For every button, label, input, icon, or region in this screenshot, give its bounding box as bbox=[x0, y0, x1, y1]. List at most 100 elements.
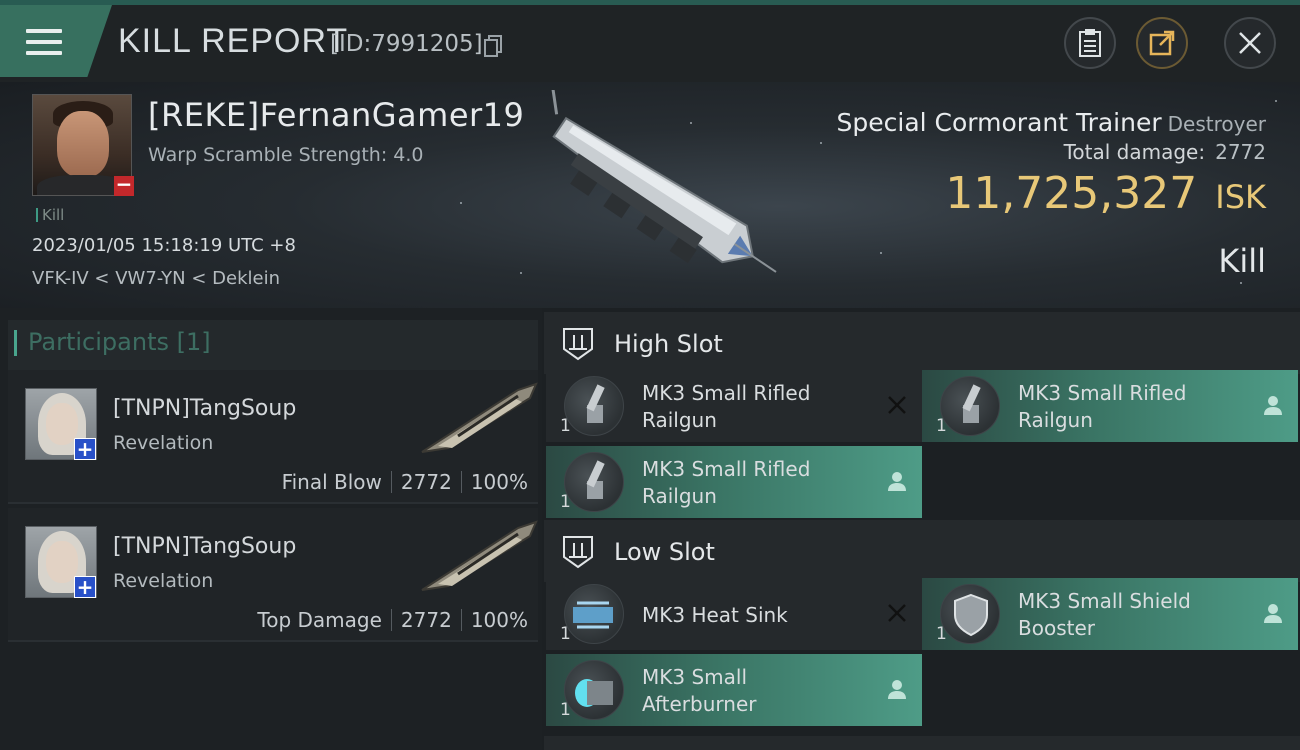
victim-name[interactable]: [REKE]FernanGamer19 bbox=[148, 96, 524, 134]
isk-value: 11,725,327 ISK bbox=[945, 168, 1266, 219]
participant-ship-icon bbox=[421, 382, 538, 453]
warp-scramble-strength: Warp Scramble Strength: 4.0 bbox=[148, 144, 424, 166]
share-icon bbox=[1149, 30, 1175, 56]
friendly-badge-icon: + bbox=[74, 576, 96, 598]
copy-id-icon[interactable] bbox=[484, 35, 502, 57]
close-icon bbox=[1239, 32, 1261, 54]
hamburger-menu-icon bbox=[26, 29, 62, 57]
victim-ship[interactable]: Special Cormorant Trainer Destroyer bbox=[837, 108, 1266, 137]
hostile-badge-icon: − bbox=[114, 172, 134, 196]
participant-row[interactable]: + [TNPN]TangSoup Revelation Final Blow 27… bbox=[8, 370, 538, 504]
low-slot-header: Low Slot bbox=[544, 520, 1300, 582]
ship-name: Special Cormorant Trainer bbox=[836, 108, 1162, 137]
railgun-icon bbox=[564, 376, 624, 436]
module-name-line2: Railgun bbox=[642, 484, 717, 508]
railgun-icon bbox=[564, 452, 624, 512]
friendly-badge-icon: + bbox=[74, 438, 96, 460]
low-slot-icon bbox=[563, 536, 593, 569]
module-name: MK3 Small Rifled Railgun bbox=[642, 456, 862, 510]
participant-stats: Final Blow 2772 100% bbox=[282, 470, 528, 494]
module-quantity: 1 bbox=[936, 416, 947, 436]
kill-location: VFK-IV < VW7-YN < Deklein bbox=[32, 268, 280, 289]
participant-role: Final Blow bbox=[281, 470, 382, 494]
module-item[interactable]: 1 MK3 Small Afterburner bbox=[546, 654, 922, 726]
share-button[interactable] bbox=[1136, 17, 1188, 69]
ship-render-image[interactable] bbox=[508, 90, 798, 300]
module-item[interactable]: 1 MK3 Small Rifled Railgun bbox=[546, 370, 922, 442]
module-name-line2: Railgun bbox=[1018, 408, 1093, 432]
module-name: MK3 Small Rifled Railgun bbox=[1018, 380, 1238, 434]
participant-damage: 2772 bbox=[400, 608, 452, 632]
top-bar: KILL REPORT [ID:7991205] bbox=[0, 0, 1300, 82]
participant-name[interactable]: [TNPN]TangSoup bbox=[113, 396, 296, 421]
total-damage: Total damage: 2772 bbox=[1064, 140, 1266, 164]
railgun-icon bbox=[940, 376, 1000, 436]
total-damage-label: Total damage: bbox=[1063, 140, 1206, 164]
person-icon bbox=[1264, 396, 1282, 415]
page-title: KILL REPORT bbox=[118, 22, 349, 60]
kill-result: Kill bbox=[1218, 242, 1266, 280]
module-name-line1: MK3 Heat Sink bbox=[642, 603, 788, 627]
clipboard-icon bbox=[1079, 29, 1101, 57]
afterburner-icon bbox=[564, 660, 624, 720]
low-slot-title: Low Slot bbox=[614, 538, 715, 566]
menu-button[interactable] bbox=[0, 5, 112, 77]
ship-class: Destroyer bbox=[1167, 112, 1266, 136]
participant-percent: 100% bbox=[470, 470, 528, 494]
heat-sink-icon bbox=[564, 584, 624, 644]
person-icon bbox=[888, 472, 906, 491]
destroyed-x-icon bbox=[888, 396, 906, 414]
module-item[interactable]: 1 MK3 Small Shield Booster bbox=[922, 578, 1298, 650]
participants-count: [1] bbox=[176, 328, 211, 356]
total-damage-value: 2772 bbox=[1215, 140, 1266, 164]
participants-title-label: Participants bbox=[28, 328, 169, 356]
module-name: MK3 Small Rifled Railgun bbox=[642, 380, 862, 434]
person-icon bbox=[888, 680, 906, 699]
module-name-line1: MK3 Small Rifled bbox=[1018, 381, 1187, 405]
participant-name[interactable]: [TNPN]TangSoup bbox=[113, 534, 296, 559]
isk-amount: 11,725,327 bbox=[945, 168, 1198, 219]
isk-unit: ISK bbox=[1215, 178, 1266, 216]
participant-stats: Top Damage 2772 100% bbox=[257, 608, 528, 632]
module-name-line2: Booster bbox=[1018, 616, 1095, 640]
module-name-line1: MK3 Small Rifled bbox=[642, 457, 811, 481]
module-quantity: 1 bbox=[936, 624, 947, 644]
participant-ship-icon bbox=[421, 520, 538, 591]
participant-row[interactable]: + [TNPN]TangSoup Revelation Top Damage 27… bbox=[8, 508, 538, 642]
clipboard-button[interactable] bbox=[1064, 17, 1116, 69]
high-slot-title: High Slot bbox=[614, 330, 723, 358]
module-quantity: 1 bbox=[560, 700, 571, 720]
participant-role: Top Damage bbox=[257, 608, 382, 632]
person-icon bbox=[1264, 604, 1282, 623]
module-name-line1: MK3 Small Rifled bbox=[642, 381, 811, 405]
module-item[interactable]: 1 MK3 Small Rifled Railgun bbox=[922, 370, 1298, 442]
shield-booster-icon bbox=[940, 584, 1000, 644]
fitting-panel: High Slot 1 MK3 Small Rifled Railgun 1 MK… bbox=[542, 308, 1300, 750]
module-quantity: 1 bbox=[560, 416, 571, 436]
module-quantity: 1 bbox=[560, 624, 571, 644]
kill-datetime: 2023/01/05 15:18:19 UTC +8 bbox=[32, 235, 296, 256]
mid-slot-header bbox=[544, 736, 1300, 750]
victim-panel: − [REKE]FernanGamer19 Warp Scramble Stre… bbox=[0, 82, 1300, 308]
participant-ship: Revelation bbox=[113, 432, 214, 454]
high-slot-header: High Slot bbox=[544, 312, 1300, 374]
destroyed-x-icon bbox=[888, 604, 906, 622]
participants-panel: Participants [1] + [TNPN]TangSoup Revela… bbox=[0, 308, 542, 750]
module-name: MK3 Small Afterburner bbox=[642, 664, 862, 718]
participant-damage: 2772 bbox=[400, 470, 452, 494]
module-name-line2: Railgun bbox=[642, 408, 717, 432]
participant-ship: Revelation bbox=[113, 570, 214, 592]
module-name: MK3 Heat Sink bbox=[642, 602, 862, 629]
high-slot-icon bbox=[563, 328, 593, 361]
module-name-line2: Afterburner bbox=[642, 692, 757, 716]
module-item[interactable]: 1 MK3 Small Rifled Railgun bbox=[546, 446, 922, 518]
kill-tag: Kill bbox=[36, 206, 64, 224]
participants-title: Participants [1] bbox=[14, 328, 211, 356]
kill-id: [ID:7991205] bbox=[330, 31, 483, 57]
module-quantity: 1 bbox=[560, 492, 571, 512]
module-name-line1: MK3 Small Shield bbox=[1018, 589, 1191, 613]
module-item[interactable]: 1 MK3 Heat Sink bbox=[546, 578, 922, 650]
close-button[interactable] bbox=[1224, 17, 1276, 69]
module-name: MK3 Small Shield Booster bbox=[1018, 588, 1238, 642]
participant-percent: 100% bbox=[470, 608, 528, 632]
